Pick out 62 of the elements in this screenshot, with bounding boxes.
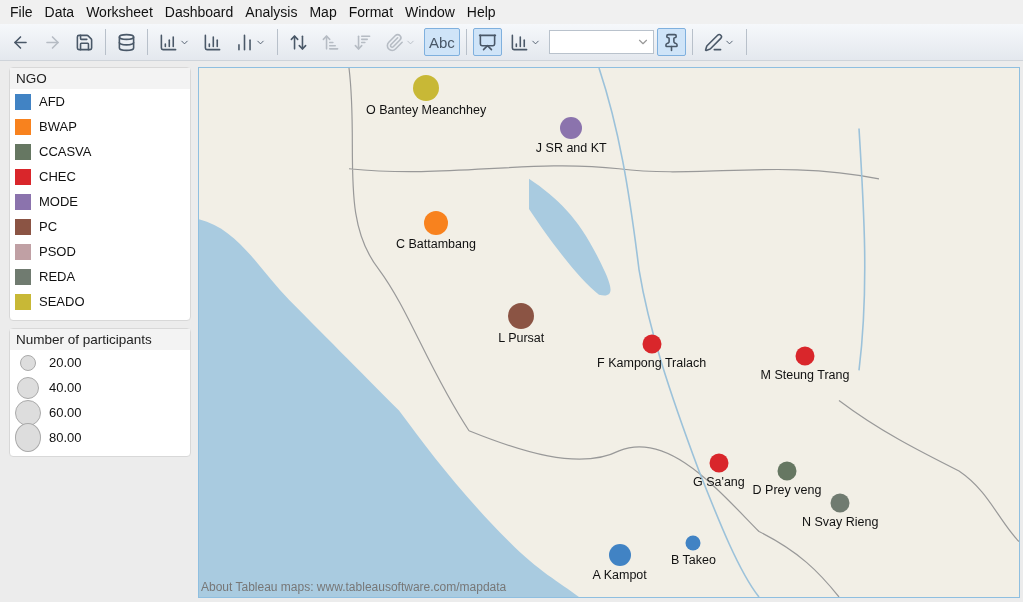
point-label: D Prey veng: [752, 482, 822, 497]
point-label: B Takeo: [671, 552, 716, 566]
paperclip-icon: [385, 32, 404, 52]
map-point[interactable]: [608, 543, 631, 566]
legend-label: PSOD: [39, 244, 76, 259]
bar-chart-icon: [159, 32, 178, 52]
pin-button[interactable]: [656, 28, 686, 56]
point-label: O Bantey Meanchhey: [366, 103, 487, 118]
legend-title: NGO: [10, 68, 190, 89]
fit-dropdown-field[interactable]: [548, 30, 654, 54]
sort-descending-icon: [353, 32, 372, 52]
legend-label: SEADO: [39, 294, 85, 309]
database-icon: [117, 32, 136, 52]
bar-chart-icon: [509, 32, 529, 52]
legend-title: Number of participants: [10, 329, 190, 350]
labels-button[interactable]: Abc: [424, 28, 460, 56]
legend-label: 20.00: [49, 355, 82, 370]
save-icon: [75, 32, 94, 52]
legend-label: BWAP: [39, 119, 77, 134]
map-point[interactable]: [642, 334, 662, 354]
map-point[interactable]: [709, 453, 729, 473]
legend-label: 40.00: [49, 380, 82, 395]
menu-item[interactable]: Window: [399, 4, 461, 20]
bar-chart-icon: [203, 32, 222, 52]
point-label: M Steung Trang: [760, 367, 850, 382]
legend-label: CCASVA: [39, 144, 92, 159]
legend-label: 60.00: [49, 405, 82, 420]
menu-item[interactable]: Worksheet: [80, 4, 159, 20]
point-label: C Battambang: [396, 237, 476, 251]
swap-arrows-icon: [289, 32, 308, 52]
sort-ascending-icon: [321, 32, 340, 52]
menu-item[interactable]: Dashboard: [158, 4, 240, 20]
menu-item[interactable]: Map: [303, 4, 343, 20]
legend-label: 80.00: [49, 430, 82, 445]
map-point[interactable]: [795, 346, 815, 366]
point-label: J SR and KT: [535, 141, 607, 156]
menu-item[interactable]: Help: [460, 4, 502, 20]
legend-label: PC: [39, 219, 58, 234]
map-point[interactable]: [560, 117, 583, 140]
point-label: N Svay Rieng: [802, 514, 879, 529]
legend-label: CHEC: [39, 169, 76, 184]
legend-label: AFD: [39, 94, 65, 109]
map-point[interactable]: [777, 461, 797, 481]
menu-item[interactable]: Data: [38, 4, 81, 20]
point-label: G Sa'ang: [693, 474, 745, 489]
point-label: L Pursat: [498, 331, 545, 346]
pen-icon: [703, 32, 723, 52]
menu-item[interactable]: File: [4, 4, 39, 20]
legend-label: MODE: [39, 194, 78, 209]
bar-chart-icon: [235, 32, 254, 52]
map-point[interactable]: [830, 493, 850, 513]
map-point[interactable]: [685, 535, 701, 550]
point-label: A Kampot: [592, 567, 647, 582]
map-attribution: About Tableau maps: www.tableausoftware.com/mapdata: [201, 580, 507, 594]
point-label: F Kampong Tralach: [597, 355, 707, 370]
presentation-icon: [477, 32, 497, 52]
map-point[interactable]: [423, 211, 448, 235]
presentation-button[interactable]: [472, 28, 502, 56]
map-point[interactable]: [508, 303, 535, 330]
menu-item[interactable]: Analysis: [239, 4, 304, 20]
menu-item[interactable]: Format: [342, 4, 400, 20]
legend-label: REDA: [39, 269, 76, 284]
